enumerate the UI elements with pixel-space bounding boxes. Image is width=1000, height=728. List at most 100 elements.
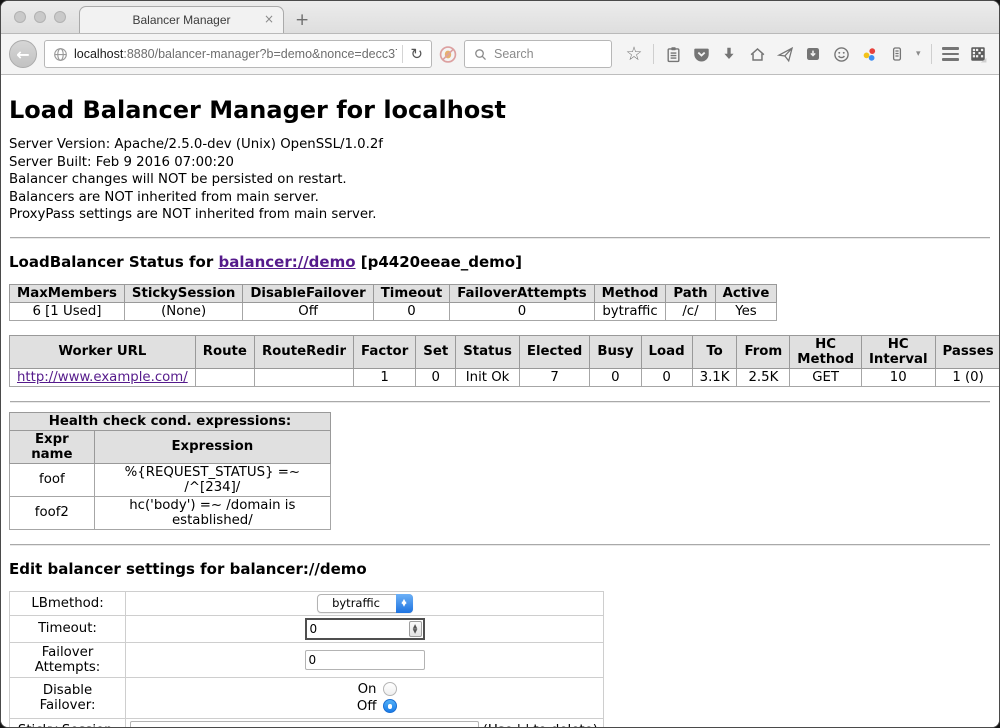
cell-factor: 1	[354, 368, 416, 386]
search-field[interactable]: Search	[464, 40, 612, 68]
status-heading-prefix: LoadBalancer Status for	[9, 253, 218, 271]
window-controls	[14, 11, 66, 23]
failover-attempts-label: Failover Attempts:	[10, 642, 126, 677]
sticky-session-label: Sticky Session:	[10, 718, 126, 727]
cell-method: bytraffic	[594, 302, 666, 320]
col-disablefailover: DisableFailover	[243, 284, 373, 302]
minimize-window-button[interactable]	[34, 11, 46, 23]
url-path: :8880/balancer-manager?b=demo&nonce=decc…	[123, 47, 397, 61]
lbmethod-select[interactable]: bytraffic ▲▼	[317, 594, 413, 613]
cell-load: 0	[641, 368, 692, 386]
bookmarks-clipboard-icon[interactable]	[664, 45, 682, 63]
col-route: Route	[195, 335, 254, 368]
cell-expression: hc('body') =~ /domain is established/	[94, 496, 330, 529]
back-icon: ←	[16, 45, 29, 64]
globe-icon	[51, 45, 69, 63]
server-built-line: Server Built: Feb 9 2016 07:00:20	[9, 154, 991, 172]
cell-stickysession: (None)	[124, 302, 242, 320]
home-icon[interactable]	[748, 45, 766, 63]
cell-from: 2.5K	[737, 368, 790, 386]
url-text: localhost:8880/balancer-manager?b=demo&n…	[74, 47, 397, 61]
edit-balancer-heading: Edit balancer settings for balancer://de…	[9, 560, 991, 578]
health-table-title: Health check cond. expressions:	[10, 412, 331, 430]
page-title: Load Balancer Manager for localhost	[9, 96, 991, 124]
failover-attempts-input[interactable]	[305, 650, 425, 670]
back-button[interactable]: ←	[9, 40, 37, 68]
col-worker-url: Worker URL	[10, 335, 196, 368]
cell-expr-name: foof	[10, 463, 95, 496]
close-window-button[interactable]	[14, 11, 26, 23]
lbmethod-selected-value: bytraffic	[332, 596, 380, 610]
health-row: foof %{REQUEST_STATUS} =~ /^[234]/	[10, 463, 331, 496]
cell-route	[195, 368, 254, 386]
number-spinner-icon[interactable]: ▲▼	[409, 621, 422, 637]
pocket-icon[interactable]	[692, 45, 710, 63]
table-header-row: Expr name Expression	[10, 430, 331, 463]
col-set: Set	[416, 335, 456, 368]
cell-maxmembers: 6 [1 Used]	[10, 302, 125, 320]
inherit-note-line: Balancers are NOT inherited from main se…	[9, 189, 991, 207]
section-divider	[10, 544, 990, 546]
cell-elected: 7	[519, 368, 589, 386]
loadbalancer-status-heading: LoadBalancer Status for balancer://demo …	[9, 253, 991, 271]
cell-hc-method: GET	[790, 368, 862, 386]
col-expr-name: Expr name	[10, 430, 95, 463]
overflow-caret-icon[interactable]: ▾	[916, 49, 921, 59]
health-row: foof2 hc('body') =~ /domain is establish…	[10, 496, 331, 529]
feedback-smiley-icon[interactable]	[832, 45, 850, 63]
cell-busy: 0	[590, 368, 641, 386]
col-routeredir: RouteRedir	[254, 335, 353, 368]
search-icon	[471, 45, 489, 63]
col-status: Status	[456, 335, 520, 368]
save-to-device-icon[interactable]	[804, 45, 822, 63]
edit-balancer-form: LBmethod: bytraffic ▲▼ Timeout: ▲▼	[9, 591, 604, 727]
col-to: To	[692, 335, 737, 368]
cell-to: 3.1K	[692, 368, 737, 386]
tab-balancer-manager[interactable]: Balancer Manager ×	[79, 6, 284, 33]
reader-list-icon[interactable]	[888, 45, 906, 63]
col-failoverattempts: FailoverAttempts	[450, 284, 594, 302]
table-header-row: Worker URL Route RouteRedir Factor Set S…	[10, 335, 1000, 368]
col-stickysession: StickySession	[124, 284, 242, 302]
select-stepper-icon: ▲▼	[396, 594, 413, 613]
section-divider	[10, 237, 990, 239]
timeout-row: Timeout: ▲▼	[10, 615, 604, 642]
menu-icon[interactable]	[942, 47, 959, 61]
profile-colored-dots-icon[interactable]	[860, 45, 878, 63]
disable-failover-off-radio[interactable]	[383, 699, 397, 713]
radio-on-label: On	[358, 682, 377, 697]
close-tab-icon[interactable]: ×	[264, 12, 274, 26]
url-bar[interactable]: localhost:8880/balancer-manager?b=demo&n…	[44, 40, 432, 68]
col-timeout: Timeout	[373, 284, 449, 302]
col-busy: Busy	[590, 335, 641, 368]
balancer-status-table: MaxMembers StickySession DisableFailover…	[9, 284, 777, 321]
col-method: Method	[594, 284, 666, 302]
new-tab-button[interactable]: +	[295, 12, 309, 29]
status-heading-suffix: [p4420eeae_demo]	[356, 253, 522, 271]
sticky-session-input[interactable]	[130, 721, 479, 727]
col-from: From	[737, 335, 790, 368]
send-plane-icon[interactable]	[776, 45, 794, 63]
col-active: Active	[715, 284, 777, 302]
reload-button[interactable]: ↻	[408, 47, 425, 62]
bookmark-star-icon[interactable]: ☆	[625, 45, 643, 63]
cell-passes: 1 (0)	[935, 368, 999, 386]
col-factor: Factor	[354, 335, 416, 368]
disable-failover-row: Disable Failover: On Off	[10, 677, 604, 718]
downloads-arrow-icon[interactable]	[720, 45, 738, 63]
balancer-demo-link[interactable]: balancer://demo	[218, 253, 355, 271]
timeout-label: Timeout:	[10, 615, 126, 642]
persist-note-line: Balancer changes will NOT be persisted o…	[9, 171, 991, 189]
worker-url-link[interactable]: http://www.example.com/	[17, 370, 188, 385]
cell-disablefailover: Off	[243, 302, 373, 320]
timeout-input[interactable]	[310, 622, 409, 636]
extension-grid-icon[interactable]	[969, 45, 987, 63]
page-content: Load Balancer Manager for localhost Serv…	[1, 75, 999, 727]
disable-failover-on-radio[interactable]	[383, 682, 397, 696]
blocked-content-icon[interactable]	[439, 45, 457, 63]
browser-window: Balancer Manager × + ← localhost:8880/ba…	[0, 0, 1000, 728]
maximize-window-button[interactable]	[54, 11, 66, 23]
timeout-input-wrapper: ▲▼	[305, 618, 425, 640]
proxypass-note-line: ProxyPass settings are NOT inherited fro…	[9, 206, 991, 224]
cell-expr-name: foof2	[10, 496, 95, 529]
